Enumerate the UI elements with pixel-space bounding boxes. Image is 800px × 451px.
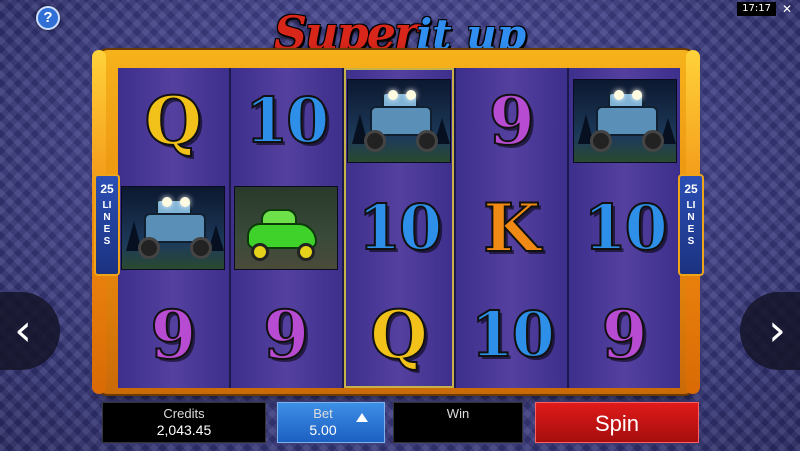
next-arrow-button[interactable]: › [740,292,800,370]
monster-truck-symbol [121,186,226,270]
spin-button[interactable]: Spin [535,402,699,443]
reel-cell: 10 [456,281,567,388]
lines-word: LINES [102,200,112,247]
reel-1: Q9 [118,68,229,388]
reel-cell [344,68,455,175]
credits-label: Credits [163,406,205,421]
reel-cell: 9 [569,281,680,388]
lines-count: 25 [684,182,698,196]
symbol-10: 10 [470,297,556,371]
help-button[interactable]: ? [36,6,60,30]
monster-truck-symbol [346,79,451,164]
bet-increase-icon[interactable] [356,413,368,422]
lines-count: 25 [100,182,114,196]
reel-cell [118,175,229,282]
symbol-9: 9 [488,82,536,161]
credits-display: Credits 2,043.45 [102,402,266,443]
reel-cell [569,68,680,175]
reel-cell [231,175,342,282]
reel-cell: 9 [456,68,567,175]
monster-truck-symbol [572,79,677,164]
win-label: Win [446,406,470,421]
reel-cell: K [456,175,567,282]
symbol-9: 9 [149,295,197,374]
symbol-Q: Q [369,295,428,374]
lines-word: LINES [686,200,696,247]
credits-value: 2,043.45 [156,422,212,438]
spin-label: Spin [594,411,640,436]
reel-cell: 9 [118,281,229,388]
reel-cell: 10 [344,175,455,282]
symbol-9: 9 [262,295,310,374]
reel-cell: Q [118,68,229,175]
symbol-Q: Q [144,82,203,161]
lines-badge-left: 25 LINES [94,174,120,276]
close-icon[interactable]: ✕ [780,2,794,16]
bet-button[interactable]: Bet 5.00 [277,402,385,443]
green-car-symbol [234,186,339,270]
symbol-10: 10 [357,191,443,264]
lines-badge-right: 25 LINES [678,174,704,276]
reel-5: 10 9 [569,68,680,388]
clock: 17:17 [737,2,776,16]
reel-2: 10 9 [230,68,342,388]
symbol-K: K [482,189,541,267]
symbol-9: 9 [601,295,649,374]
win-display: Win [393,402,523,443]
reel-cell: 10 [569,175,680,282]
bet-value: 5.00 [309,422,337,438]
reel-4: 9 K 10 [456,68,568,388]
reel-cell: 10 [231,68,342,175]
symbol-10: 10 [582,191,668,264]
symbol-10: 10 [244,84,330,158]
prev-arrow-button[interactable]: ‹ [0,292,60,370]
reel-cell: Q [344,281,455,388]
reels-grid: Q 9 10 9 10 Q 9 K 10 10 9 [118,68,680,388]
reel-3: 10 Q [343,68,455,388]
reel-cell: 9 [231,281,342,388]
